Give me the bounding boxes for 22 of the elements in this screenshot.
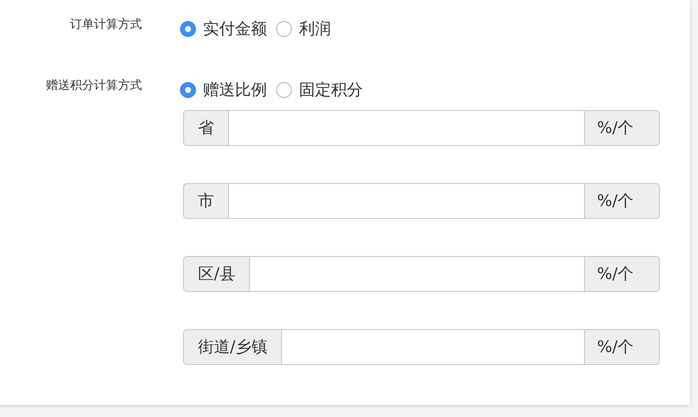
- input-field[interactable]: [229, 110, 584, 146]
- input-prefix: 街道/乡镇: [183, 329, 282, 365]
- input-suffix: %/个: [584, 329, 660, 365]
- field-label: 订单计算方式: [69, 16, 142, 33]
- radio-button[interactable]: [180, 82, 196, 98]
- input-suffix: %/个: [584, 110, 660, 146]
- radio-button[interactable]: [180, 21, 196, 37]
- input-prefix: 市: [183, 183, 229, 219]
- option-label[interactable]: 实付金额: [203, 18, 267, 40]
- option-label[interactable]: 利润: [299, 18, 331, 40]
- input-prefix: 区/县: [183, 256, 250, 292]
- input-field[interactable]: [250, 256, 584, 292]
- input-suffix: %/个: [584, 256, 660, 292]
- field-label: 赠送积分计算方式: [45, 77, 142, 94]
- option-label[interactable]: 固定积分: [299, 80, 363, 100]
- input-field[interactable]: [229, 183, 584, 219]
- radio-button[interactable]: [276, 21, 292, 37]
- radio-button[interactable]: [276, 82, 292, 98]
- input-suffix: %/个: [584, 183, 660, 219]
- input-prefix: 省: [183, 110, 229, 146]
- option-label[interactable]: 赠送比例: [203, 80, 267, 100]
- input-field[interactable]: [282, 329, 584, 365]
